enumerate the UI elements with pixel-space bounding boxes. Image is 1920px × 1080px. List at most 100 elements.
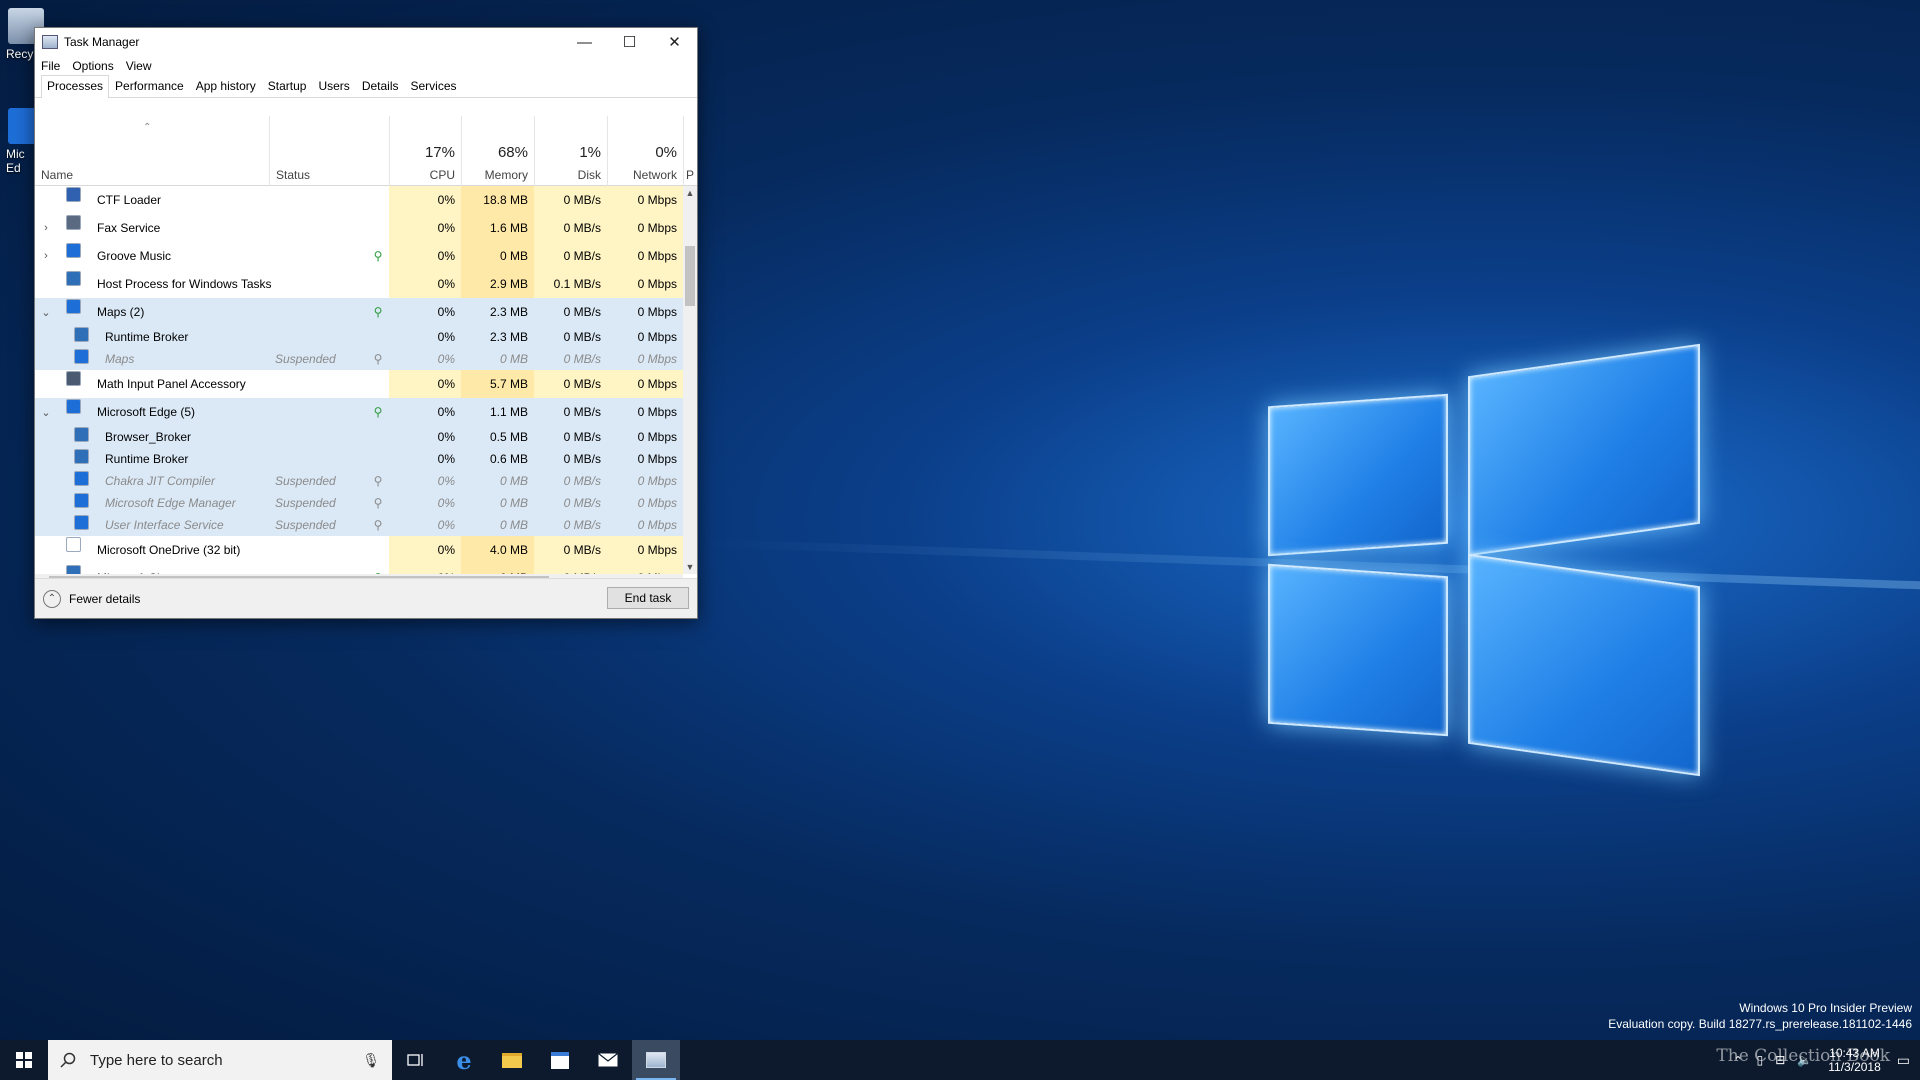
action-center-icon[interactable]: ▭ [1897, 1052, 1910, 1069]
tab-details[interactable]: Details [356, 75, 405, 97]
expand-chevron-icon[interactable] [39, 326, 53, 348]
expand-chevron-icon[interactable] [39, 492, 53, 514]
network-value: 0 Mbps [607, 186, 683, 214]
cpu-value: 0% [389, 348, 461, 370]
memory-value: 1.1 MB [461, 398, 534, 426]
process-row[interactable]: › Fax Service 0% 1.6 MB 0 MB/s 0 Mbps [35, 214, 683, 242]
scroll-down-icon[interactable]: ▼ [683, 560, 697, 574]
process-status [275, 326, 375, 348]
close-button[interactable]: ✕ [652, 28, 697, 56]
build-watermark: Windows 10 Pro Insider Preview Evaluatio… [1608, 1000, 1912, 1032]
fewer-details-link[interactable]: ⌃ Fewer details [43, 590, 140, 608]
process-row[interactable]: Maps Suspended ⚲ 0% 0 MB 0 MB/s 0 Mbps [35, 348, 683, 370]
process-row[interactable]: Chakra JIT Compiler Suspended ⚲ 0% 0 MB 0 MB/… [35, 470, 683, 492]
taskbar-edge-button[interactable]: e [440, 1040, 488, 1080]
process-status [275, 242, 375, 270]
disk-value: 0 MB/s [534, 242, 607, 270]
leaf-suspended-icon: ⚲ [373, 352, 383, 366]
process-row[interactable]: Math Input Panel Accessory 0% 5.7 MB 0 MB/s… [35, 370, 683, 398]
leaf-placeholder [371, 448, 385, 470]
cpu-value: 0% [389, 514, 461, 536]
menu-options[interactable]: Options [72, 59, 113, 73]
cpu-value: 0% [389, 214, 461, 242]
leaf-placeholder [371, 426, 385, 448]
taskbar-file-explorer-button[interactable] [488, 1040, 536, 1080]
memory-value: 0 MB [461, 492, 534, 514]
expand-chevron-icon[interactable] [39, 536, 53, 564]
taskbar-mail-button[interactable] [584, 1040, 632, 1080]
process-row[interactable]: CTF Loader 0% 18.8 MB 0 MB/s 0 Mbps [35, 186, 683, 214]
menu-view[interactable]: View [126, 59, 152, 73]
tab-startup[interactable]: Startup [262, 75, 313, 97]
expand-chevron-icon[interactable]: › [39, 564, 53, 574]
process-row[interactable]: Browser_Broker 0% 0.5 MB 0 MB/s 0 Mbps [35, 426, 683, 448]
column-header-name[interactable]: Name [35, 116, 269, 186]
expand-chevron-icon[interactable]: › [39, 242, 53, 270]
disk-value: 0 MB/s [534, 326, 607, 348]
taskbar-store-button[interactable] [536, 1040, 584, 1080]
expand-chevron-icon[interactable] [39, 426, 53, 448]
process-icon [65, 564, 81, 574]
mail-icon [598, 1053, 618, 1067]
column-header-status[interactable]: Status [269, 116, 389, 186]
tab-users[interactable]: Users [312, 75, 355, 97]
leaf-placeholder [371, 270, 385, 298]
expand-chevron-icon[interactable] [39, 470, 53, 492]
process-row[interactable]: Microsoft OneDrive (32 bit) 0% 4.0 MB 0 MB/… [35, 536, 683, 564]
tab-app-history[interactable]: App history [190, 75, 262, 97]
microphone-icon[interactable]: 🎙 [362, 1052, 380, 1069]
process-row[interactable]: › Groove Music ⚲ 0% 0 MB 0 MB/s 0 Mbps [35, 242, 683, 270]
column-header-memory[interactable]: 68% Memory [461, 116, 534, 186]
title-bar[interactable]: Task Manager — ☐ ✕ [35, 28, 697, 56]
process-row[interactable]: Runtime Broker 0% 2.3 MB 0 MB/s 0 Mbps [35, 326, 683, 348]
taskbar-search-box[interactable]: Type here to search 🎙 [48, 1040, 392, 1080]
expand-chevron-icon[interactable] [39, 514, 53, 536]
end-task-button[interactable]: End task [607, 587, 689, 609]
maximize-button[interactable]: ☐ [607, 28, 652, 56]
expand-chevron-icon[interactable] [39, 270, 53, 298]
cpu-value: 0% [389, 298, 461, 326]
expand-chevron-icon[interactable] [39, 370, 53, 398]
process-row[interactable]: ⌄ Maps (2) ⚲ 0% 2.3 MB 0 MB/s 0 Mbps [35, 298, 683, 326]
expand-chevron-icon[interactable] [39, 448, 53, 470]
process-row[interactable]: Host Process for Windows Tasks 0% 2.9 MB 0.… [35, 270, 683, 298]
process-name: User Interface Service [105, 518, 224, 532]
column-header-network[interactable]: 0% Network [607, 116, 683, 186]
process-row[interactable]: › Microsoft Skype ⚲ 0%0 MB0 MB/s0 Mbps [35, 564, 683, 574]
process-row[interactable]: User Interface Service Suspended ⚲ 0% 0 MB 0 … [35, 514, 683, 536]
fewer-details-label: Fewer details [69, 592, 141, 606]
task-view-button[interactable] [392, 1040, 440, 1080]
column-header-power[interactable]: P [683, 116, 697, 186]
menu-file[interactable]: File [41, 59, 60, 73]
tab-performance[interactable]: Performance [109, 75, 190, 97]
network-value: 0 Mbps [607, 270, 683, 298]
expand-chevron-icon[interactable] [39, 348, 53, 370]
memory-value: 0.5 MB [461, 426, 534, 448]
expand-chevron-icon[interactable]: › [39, 214, 53, 242]
process-row[interactable]: Microsoft Edge Manager Suspended ⚲ 0% 0 MB 0 … [35, 492, 683, 514]
vertical-scrollbar[interactable]: ▲ ▼ [683, 186, 697, 574]
expand-chevron-icon[interactable]: ⌄ [39, 398, 53, 426]
network-value: 0 Mbps [607, 492, 683, 514]
tab-processes[interactable]: Processes [41, 75, 110, 98]
memory-value: 5.7 MB [461, 370, 534, 398]
leaf-placeholder [371, 370, 385, 398]
minimize-button[interactable]: — [562, 28, 607, 56]
taskbar-task-manager-button[interactable] [632, 1040, 680, 1080]
column-header-cpu[interactable]: 17% CPU [389, 116, 461, 186]
expand-chevron-icon[interactable]: ⌄ [39, 298, 53, 326]
process-name: CTF Loader [97, 193, 162, 207]
disk-value: 0 MB/s [534, 426, 607, 448]
scroll-up-icon[interactable]: ▲ [683, 186, 697, 200]
tab-services[interactable]: Services [405, 75, 463, 97]
network-value: 0 Mbps [607, 536, 683, 564]
process-name: Maps (2) [97, 305, 145, 319]
process-row[interactable]: ⌄ Microsoft Edge (5) ⚲ 0% 1.1 MB 0 MB/s 0 Mbps [35, 398, 683, 426]
vertical-scroll-thumb[interactable] [685, 246, 695, 306]
expand-chevron-icon[interactable] [39, 186, 53, 214]
process-row[interactable]: Runtime Broker 0% 0.6 MB 0 MB/s 0 Mbps [35, 448, 683, 470]
column-header-disk[interactable]: 1% Disk [534, 116, 607, 186]
process-status [275, 186, 375, 214]
start-button[interactable] [0, 1040, 48, 1080]
windows-start-icon [16, 1052, 32, 1068]
